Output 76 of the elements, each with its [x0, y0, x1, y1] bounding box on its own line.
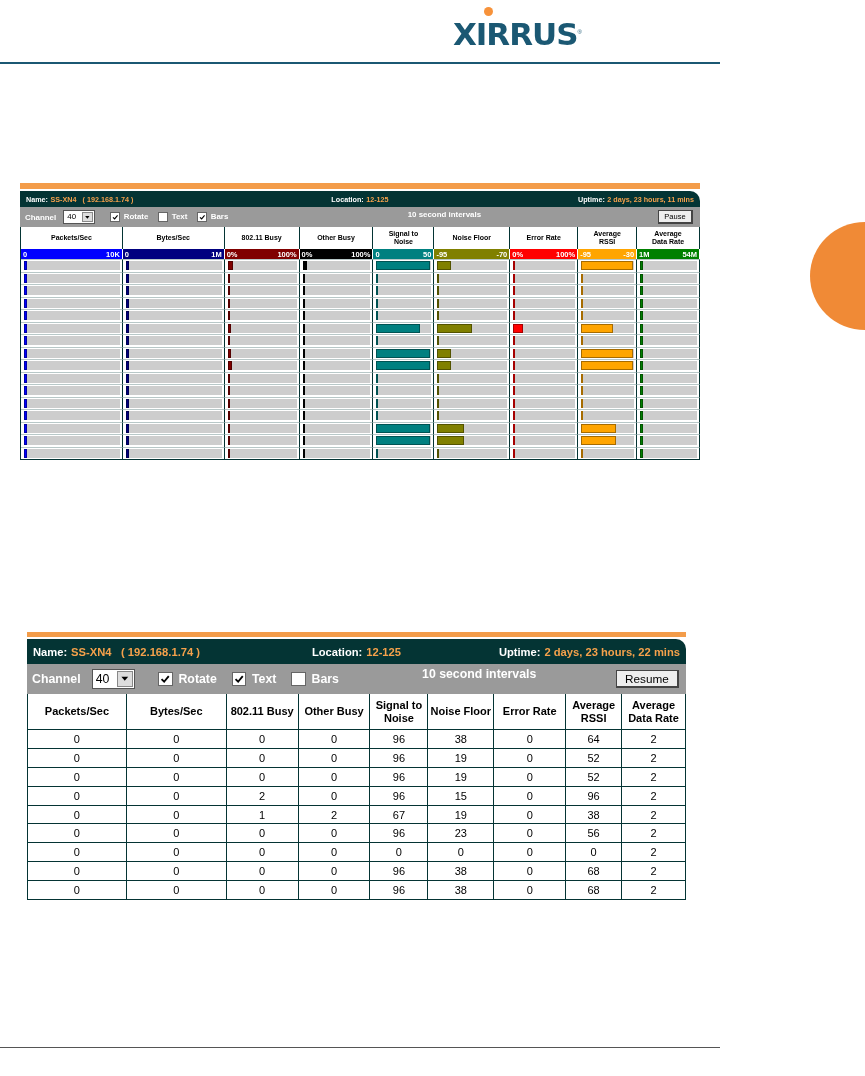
table-cell: 0	[28, 804, 127, 824]
table-cell: 0	[428, 842, 495, 862]
table-cell: 0	[226, 823, 299, 843]
table-cell: 64	[566, 729, 623, 748]
table-cell: 96	[370, 729, 429, 748]
table-cell: 0	[28, 823, 127, 843]
checkbox[interactable]	[196, 211, 208, 223]
table-cell: 96	[370, 823, 429, 843]
table-cell: 0	[566, 842, 623, 862]
checkbox-label: Bars	[311, 672, 339, 686]
table-cell: 0	[28, 861, 127, 881]
table-cell: 2	[622, 880, 686, 899]
checkbox[interactable]	[231, 671, 247, 687]
check-icon	[198, 213, 206, 221]
table-cell: 0	[126, 880, 227, 899]
uptime-value: 2 days, 23 hours, 22 mins	[544, 645, 680, 658]
check-icon	[160, 673, 171, 685]
table-cell: 2	[622, 842, 686, 862]
table-cell: 2	[622, 861, 686, 881]
table-cell: 0	[226, 861, 299, 881]
table-cell: 38	[428, 880, 495, 899]
check-icon	[111, 213, 119, 221]
table-cell: 38	[428, 729, 495, 748]
table-cell: 0	[126, 729, 227, 748]
checkbox-label: Rotate	[178, 672, 217, 686]
name-label: Name:	[33, 645, 68, 658]
table-cell: 0	[28, 747, 127, 767]
logo-dot-icon	[483, 7, 493, 16]
table-cell: 0	[126, 842, 227, 862]
table-cell: 0	[494, 729, 567, 748]
channel-select[interactable]: 40	[91, 669, 135, 689]
location-value: 12-125	[366, 645, 402, 658]
table-cell: 68	[566, 861, 623, 881]
table-cell: 96	[370, 861, 429, 881]
table-cell: 96	[370, 880, 429, 899]
uptime-label: Uptime:	[498, 645, 541, 658]
table-cell: 0	[28, 785, 127, 805]
table-cell: 0	[226, 842, 299, 862]
table-cell: 0	[226, 729, 299, 748]
table-cell: 0	[370, 842, 429, 862]
checkbox[interactable]	[291, 671, 306, 687]
table-cell: 23	[428, 823, 495, 843]
table-cell: 0	[126, 823, 227, 843]
table-cell: 0	[28, 842, 127, 862]
logo-text: XIRRUS	[452, 19, 578, 49]
resume-button[interactable]: Resume	[615, 670, 679, 688]
table-cell: 0	[126, 861, 227, 881]
column-header: Noise Floor	[428, 694, 495, 729]
table-cell: 2	[622, 823, 686, 843]
checkbox-label: Text	[251, 672, 277, 686]
table-cell: 0	[298, 842, 371, 862]
location-label: Location:	[311, 645, 363, 658]
ip-address: ( 192.168.1.74 )	[121, 645, 201, 658]
interval-text: 10 second intervals	[421, 667, 538, 681]
table-cell: 0	[298, 861, 371, 881]
table-cell: 0	[298, 729, 371, 748]
table-cell: 0	[298, 823, 371, 843]
table-cell: 68	[566, 880, 623, 899]
channel-label: Channel	[32, 672, 81, 686]
checkbox[interactable]	[157, 211, 169, 223]
table-cell: 0	[298, 880, 371, 899]
table-cell: 0	[28, 729, 127, 748]
checkbox[interactable]	[158, 671, 173, 687]
table-cell: 0	[494, 823, 567, 843]
table-cell: 0	[494, 861, 567, 881]
table-cell: 0	[28, 766, 127, 786]
table-cell: 2	[622, 729, 686, 748]
checkbox[interactable]	[109, 211, 121, 223]
table-cell: 0	[226, 880, 299, 899]
table-cell: 0	[28, 880, 127, 899]
check-icon	[233, 673, 245, 685]
table-cell: 0	[494, 880, 567, 899]
table-cell: 0	[494, 842, 567, 862]
device-name: SS-XN4	[71, 645, 112, 658]
table-cell: 56	[566, 823, 623, 843]
table-cell: 38	[428, 861, 495, 881]
